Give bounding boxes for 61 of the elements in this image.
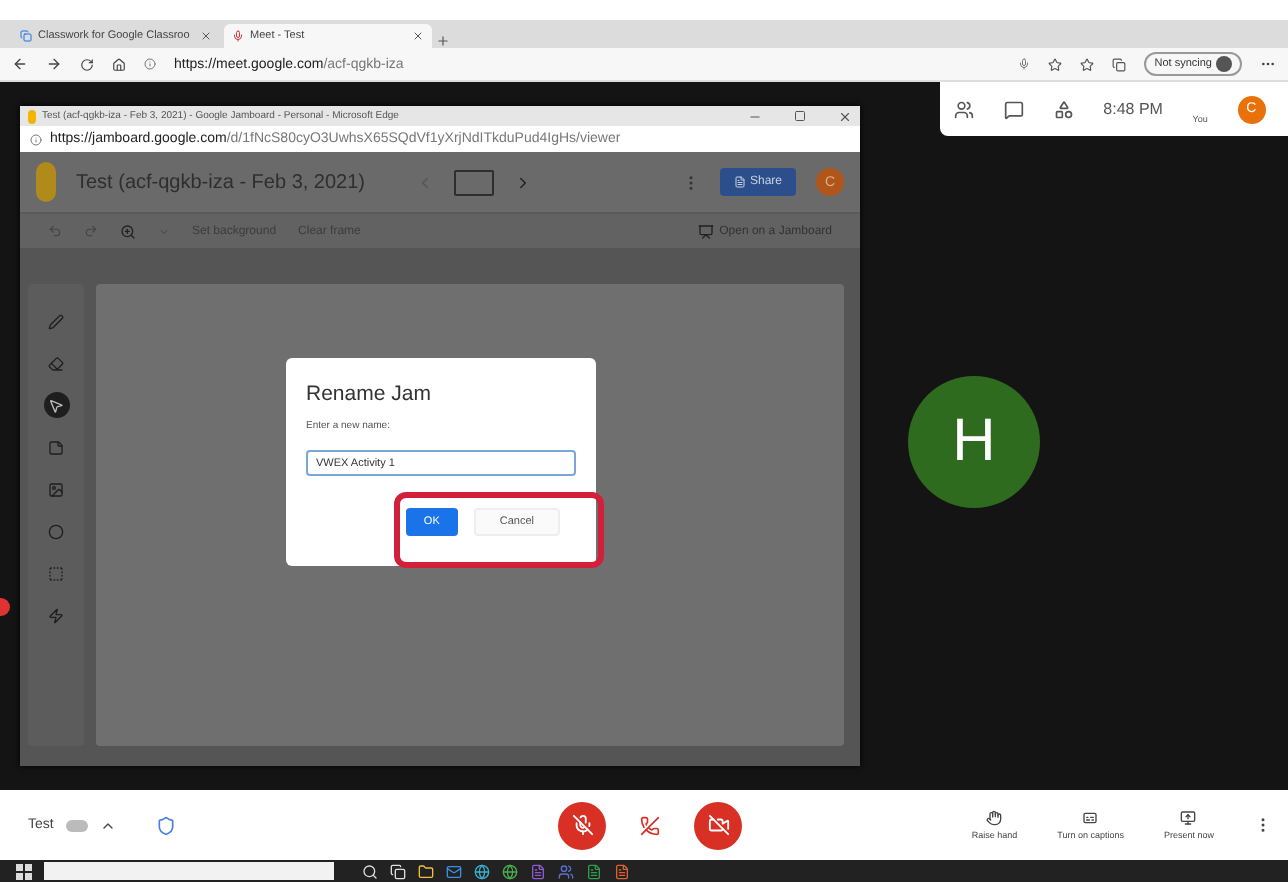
close-icon[interactable] — [838, 109, 852, 123]
recording-icon — [232, 30, 244, 42]
tab-icon — [20, 30, 32, 42]
camera-off-icon — [707, 814, 729, 836]
jamboard-logo-icon — [36, 162, 56, 202]
clock-time: 8:48 PM — [1103, 100, 1163, 118]
display-icon — [697, 223, 714, 239]
collections-icon[interactable] — [1112, 57, 1127, 71]
sticky-note-icon — [48, 439, 64, 455]
jamboard-logo-icon — [28, 109, 36, 123]
favorite-icon[interactable] — [1048, 57, 1063, 71]
shield-icon[interactable] — [155, 815, 176, 835]
profile-avatar — [1216, 56, 1232, 72]
mic-off-button[interactable] — [558, 801, 606, 849]
reload-icon[interactable] — [80, 57, 94, 71]
eraser-icon — [48, 355, 64, 371]
lightning-icon — [48, 607, 64, 623]
close-icon[interactable] — [200, 30, 212, 42]
app-icon[interactable] — [530, 863, 546, 879]
captions-icon — [1082, 810, 1099, 826]
maximize-icon[interactable] — [794, 110, 806, 122]
favorites-icon[interactable] — [1080, 57, 1095, 71]
search-field[interactable] — [44, 862, 334, 880]
frame-thumbnail[interactable] — [454, 169, 494, 195]
search-icon[interactable] — [362, 863, 378, 879]
microphone-icon[interactable] — [1018, 58, 1031, 70]
activities-icon[interactable] — [1053, 99, 1074, 119]
pen-icon — [48, 313, 64, 329]
new-tab-icon[interactable] — [436, 34, 450, 48]
present-icon — [1180, 810, 1197, 826]
info-icon — [30, 133, 42, 145]
image-icon — [48, 481, 64, 497]
hand-icon — [986, 810, 1003, 826]
participant-avatar: H — [908, 376, 1040, 508]
people-icon[interactable] — [954, 99, 975, 119]
zoom-icon[interactable] — [120, 223, 136, 239]
people-icon[interactable] — [558, 863, 574, 879]
phone-icon — [640, 815, 660, 835]
document-icon — [733, 176, 746, 188]
slides-icon[interactable] — [614, 863, 630, 879]
mail-icon[interactable] — [446, 863, 462, 879]
pointer-icon — [48, 397, 64, 413]
spreadsheet-icon[interactable] — [586, 863, 602, 879]
windows-icon[interactable] — [16, 863, 32, 879]
next-icon[interactable] — [514, 173, 532, 191]
browser-icon[interactable] — [502, 863, 518, 879]
dialog-title: Rename Jam — [306, 382, 433, 406]
chat-icon[interactable] — [1004, 99, 1025, 119]
toggle-icon[interactable] — [65, 819, 88, 831]
browser-icon[interactable] — [474, 863, 490, 879]
camera-off-button[interactable] — [694, 801, 742, 849]
home-icon[interactable] — [112, 57, 126, 71]
mic-off-icon — [571, 814, 593, 836]
info-icon — [144, 58, 156, 70]
circle-icon — [48, 523, 64, 539]
tool-button[interactable] — [43, 392, 69, 418]
close-icon[interactable] — [412, 30, 424, 42]
folder-icon[interactable] — [418, 863, 434, 879]
forward-icon[interactable] — [46, 56, 62, 72]
back-icon[interactable] — [12, 56, 28, 72]
task-view-icon[interactable] — [390, 863, 406, 879]
